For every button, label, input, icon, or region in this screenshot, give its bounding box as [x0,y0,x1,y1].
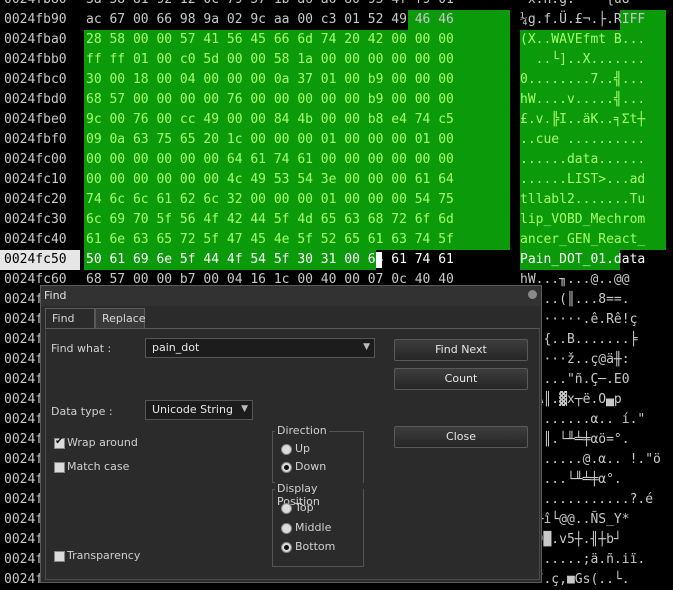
dialog-title-bar[interactable]: Find [41,286,541,306]
hex-address: 0024fbc0 [4,72,67,87]
hex-bytes[interactable]: 68 57 00 00 00 00 76 00 00 00 00 00 b9 0… [86,90,454,110]
direction-down-radio[interactable] [281,462,292,473]
hex-ascii[interactable]: ..└]..X....... [520,50,646,70]
hex-bytes[interactable]: 00 00 00 00 00 00 64 61 74 61 00 00 00 0… [86,150,454,170]
hex-bytes[interactable]: 30 00 18 00 04 00 00 00 0a 37 01 00 b9 0… [86,70,454,90]
hex-row[interactable]: 0024fb90 ac 67 00 66 98 9a 02 9c aa 00 c3… [0,10,673,30]
hex-address: 0024fb90 [4,12,67,27]
hex-row[interactable]: 0024fc50 50 61 69 6e 5f 44 4f 54 5f 30 31… [0,250,673,270]
hex-row[interactable]: 0024fbe0 9c 00 76 00 cc 49 00 00 84 4b 00… [0,110,673,130]
direction-up-radio[interactable] [281,444,292,455]
wrap-around-checkbox[interactable] [54,436,65,449]
hex-row[interactable]: 0024fc40 61 6e 63 65 72 5f 47 45 4e 5f 52… [0,230,673,250]
tab-find[interactable]: Find [45,308,95,329]
hex-address: 0024fc50 [0,250,80,270]
hex-bytes[interactable]: 3a 58 81 92 12 0c 79 57 1b a6 a6 80 95 4… [86,0,454,10]
count-button[interactable]: Count [394,368,528,390]
transparency-label: Transparency [67,549,141,562]
hex-address: 0024fc20 [4,192,67,207]
chevron-down-icon[interactable]: ▼ [241,404,248,414]
hex-bytes[interactable]: ff ff 01 00 c0 5d 00 00 58 1a 00 00 00 0… [86,50,454,70]
hex-address: 0024fc00 [4,152,67,167]
hex-row[interactable]: 0024fba0 28 58 00 00 57 41 56 45 66 6d 74… [0,30,673,50]
transparency-checkbox[interactable] [54,551,65,562]
close-button[interactable]: Close [394,426,528,448]
find-what-label: Find what : [51,342,112,355]
hex-bytes[interactable]: 6c 69 70 5f 56 4f 42 44 5f 4d 65 63 68 7… [86,210,454,230]
hex-address: 0024fc40 [4,232,67,247]
hex-row[interactable]: 0024fc30 6c 69 70 5f 56 4f 42 44 5f 4d 65… [0,210,673,230]
position-bottom-radio[interactable] [281,542,292,553]
hex-address: 0024fbf0 [4,132,67,147]
position-middle-radio[interactable] [281,523,292,534]
hex-bytes[interactable]: 00 00 00 00 00 00 4c 49 53 54 3e 00 00 0… [86,170,454,190]
position-bottom-label: Bottom [295,540,336,553]
hex-row[interactable]: 0024fbc0 30 00 18 00 04 00 00 00 0a 37 01… [0,70,673,90]
hex-address: 0024fb80 [4,0,67,10]
find-next-button[interactable]: Find Next [394,339,528,361]
hex-ascii[interactable]: ......data...... [520,150,645,170]
match-case-label: Match case [67,460,130,473]
hex-ascii[interactable]: (X..WAVEfmt B... [520,30,645,50]
hex-address: 0024fc10 [4,172,67,187]
find-what-value: pain_dot [152,341,200,354]
data-type-select[interactable]: Unicode String ▼ [145,400,253,420]
hex-bytes[interactable]: 28 58 00 00 57 41 56 45 66 6d 74 20 42 0… [86,30,454,50]
hex-bytes[interactable]: 09 0a 63 75 65 20 1c 00 00 00 01 00 00 0… [86,130,454,150]
hex-address: 0024fbe0 [4,112,67,127]
hex-bytes[interactable]: 74 6c 6c 61 62 6c 32 00 00 00 01 00 00 0… [86,190,454,210]
position-top-radio[interactable] [281,503,292,514]
tab-replace-label: Replace [102,312,146,325]
hex-bytes[interactable]: 61 6e 63 65 72 5f 47 45 4e 5f 52 65 61 6… [86,230,454,250]
hex-ascii[interactable]: ......LIST>...ad [520,170,645,190]
hex-ascii[interactable]: £.v.╠I..äK..╕Σt┼ [520,110,645,130]
data-type-label: Data type : [51,405,113,418]
hex-address: 0024fbb0 [4,52,67,67]
hex-bytes[interactable]: 9c 00 76 00 cc 49 00 00 84 4b 00 00 b8 e… [86,110,454,130]
hex-address: 0024fba0 [4,32,67,47]
direction-down-label: Down [295,460,327,473]
hex-bytes[interactable]: ac 67 00 66 98 9a 02 9c aa 00 c3 01 52 4… [86,10,454,30]
tab-find-label: Find [52,312,75,325]
hex-address: 0024fbd0 [4,92,67,107]
hex-ascii[interactable]: lip_VOBD_Mechrom [520,210,645,230]
hex-ascii[interactable]: Pain_DOT_01.data [520,250,645,270]
hex-row[interactable]: 0024fbd0 68 57 00 00 00 00 76 00 00 00 00… [0,90,673,110]
hex-ascii[interactable]: ancer_GEN_React_ [520,230,645,250]
hex-ascii[interactable]: tllabl2.......Tu [520,190,645,210]
direction-up-label: Up [295,442,311,455]
data-type-value: Unicode String [152,403,233,416]
find-what-combo[interactable]: pain_dot ▼ [145,338,375,358]
hex-row[interactable]: 0024fb80 3a 58 81 92 12 0c 79 57 1b a6 a6… [0,0,673,10]
close-icon[interactable] [528,290,537,299]
display-position-group: Display Position Top Middle Bottom [272,482,364,567]
hex-ascii[interactable]: ..cue .......... [520,130,645,150]
position-middle-label: Middle [295,521,332,534]
hex-row[interactable]: 0024fc20 74 6c 6c 61 62 6c 32 00 00 00 01… [0,190,673,210]
hex-ascii[interactable]: 0........7..╣... [520,70,645,90]
hex-ascii[interactable]: ¼g.f.Ü.£¬.├.RIFF [520,10,645,30]
hex-ascii[interactable]: hW....v.....╣... [520,90,645,110]
hex-row[interactable]: 0024fc00 00 00 00 00 00 00 64 61 74 61 00… [0,150,673,170]
hex-row[interactable]: 0024fbf0 09 0a 63 75 65 20 1c 00 00 00 01… [0,130,673,150]
position-top-label: Top [295,501,314,514]
hex-row[interactable]: 0024fc10 00 00 00 00 00 00 4c 49 53 54 3e… [0,170,673,190]
direction-group: Direction Up Down [272,424,364,483]
wrap-around-label: Wrap around [67,436,138,449]
chevron-down-icon[interactable]: ▼ [363,342,370,352]
hex-ascii[interactable]: ·x.n.g. --◦{ûÜ· [520,0,637,10]
hex-address: 0024fc30 [4,212,67,227]
find-dialog: Find Find Replace Find what : pain_dot ▼… [40,285,542,583]
direction-caption: Direction [275,424,329,437]
dialog-title: Find [44,289,67,302]
hex-row[interactable]: 0024fbb0 ff ff 01 00 c0 5d 00 00 58 1a 00… [0,50,673,70]
tab-replace[interactable]: Replace [95,308,146,330]
find-panel: Find what : pain_dot ▼ Find Next Count D… [45,328,540,580]
match-case-checkbox[interactable] [54,462,65,473]
hex-bytes[interactable]: 50 61 69 6e 5f 44 4f 54 5f 30 31 00 64 6… [86,250,454,270]
